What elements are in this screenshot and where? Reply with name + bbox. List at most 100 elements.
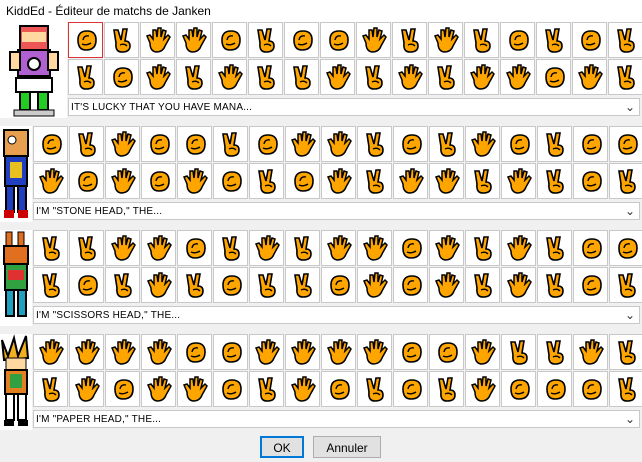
move-cell[interactable] <box>537 267 572 303</box>
move-cell[interactable] <box>465 230 500 266</box>
move-cell[interactable] <box>500 59 535 95</box>
move-cell[interactable] <box>537 126 572 162</box>
move-cell[interactable] <box>393 267 428 303</box>
move-cell[interactable] <box>141 334 176 370</box>
move-cell[interactable] <box>249 163 284 199</box>
move-cell[interactable] <box>69 230 104 266</box>
cancel-button[interactable]: Annuler <box>313 436 381 458</box>
move-cell[interactable] <box>249 334 284 370</box>
move-cell[interactable] <box>393 334 428 370</box>
move-cell[interactable] <box>176 22 211 58</box>
move-cell[interactable] <box>357 230 392 266</box>
move-cell[interactable] <box>428 22 463 58</box>
move-cell[interactable] <box>428 59 463 95</box>
move-cell[interactable] <box>177 371 212 407</box>
move-cell[interactable] <box>320 59 355 95</box>
move-cell[interactable] <box>104 22 139 58</box>
move-cell[interactable] <box>69 334 104 370</box>
move-cell[interactable] <box>212 22 247 58</box>
move-cell[interactable] <box>33 126 68 162</box>
move-cell[interactable] <box>141 371 176 407</box>
move-cell[interactable] <box>429 371 464 407</box>
move-cell[interactable] <box>501 371 536 407</box>
move-cell[interactable] <box>393 163 428 199</box>
move-cell[interactable] <box>537 334 572 370</box>
move-cell[interactable] <box>285 371 320 407</box>
move-cell[interactable] <box>105 371 140 407</box>
move-cell[interactable] <box>285 126 320 162</box>
move-cell[interactable] <box>213 334 248 370</box>
move-cell[interactable] <box>141 163 176 199</box>
move-cell[interactable] <box>501 126 536 162</box>
move-cell[interactable] <box>105 126 140 162</box>
move-cell[interactable] <box>392 59 427 95</box>
move-cell[interactable] <box>465 334 500 370</box>
move-cell[interactable] <box>33 267 68 303</box>
ok-button[interactable]: OK <box>260 436 304 458</box>
move-cell[interactable] <box>537 230 572 266</box>
move-cell[interactable] <box>356 59 391 95</box>
move-cell[interactable] <box>69 126 104 162</box>
move-cell[interactable] <box>573 163 608 199</box>
move-cell[interactable] <box>537 163 572 199</box>
move-cell[interactable] <box>285 163 320 199</box>
move-cell[interactable] <box>536 22 571 58</box>
move-cell[interactable] <box>465 267 500 303</box>
move-cell[interactable] <box>429 126 464 162</box>
move-cell[interactable] <box>285 334 320 370</box>
move-cell[interactable] <box>537 371 572 407</box>
dialogue-select[interactable]: I'M "STONE HEAD," THE... ⌄ <box>33 202 640 220</box>
move-cell[interactable] <box>177 334 212 370</box>
move-cell[interactable] <box>465 371 500 407</box>
move-cell[interactable] <box>141 267 176 303</box>
move-cell[interactable] <box>500 22 535 58</box>
move-cell[interactable] <box>573 267 608 303</box>
move-cell[interactable] <box>501 334 536 370</box>
move-cell[interactable] <box>141 230 176 266</box>
move-cell[interactable] <box>33 163 68 199</box>
move-cell[interactable] <box>321 126 356 162</box>
move-cell[interactable] <box>321 371 356 407</box>
move-cell[interactable] <box>176 59 211 95</box>
move-cell[interactable] <box>357 371 392 407</box>
move-cell[interactable] <box>465 163 500 199</box>
move-cell[interactable] <box>69 163 104 199</box>
move-cell[interactable] <box>609 230 642 266</box>
move-cell[interactable] <box>357 334 392 370</box>
move-cell[interactable] <box>285 230 320 266</box>
move-cell[interactable] <box>572 59 607 95</box>
move-cell[interactable] <box>68 59 103 95</box>
move-cell[interactable] <box>213 230 248 266</box>
move-cell[interactable] <box>573 230 608 266</box>
move-cell[interactable] <box>177 267 212 303</box>
move-cell[interactable] <box>105 163 140 199</box>
move-cell[interactable] <box>104 59 139 95</box>
move-cell[interactable] <box>140 59 175 95</box>
move-cell[interactable] <box>213 163 248 199</box>
move-cell[interactable] <box>141 126 176 162</box>
move-cell[interactable] <box>609 126 642 162</box>
dialogue-select[interactable]: IT'S LUCKY THAT YOU HAVE MANA... ⌄ <box>68 98 640 116</box>
move-cell[interactable] <box>33 230 68 266</box>
move-cell[interactable] <box>393 126 428 162</box>
move-cell[interactable] <box>248 22 283 58</box>
move-cell[interactable] <box>140 22 175 58</box>
move-cell[interactable] <box>573 126 608 162</box>
move-cell[interactable] <box>465 126 500 162</box>
move-cell[interactable] <box>536 59 571 95</box>
move-cell[interactable] <box>608 22 642 58</box>
move-cell[interactable] <box>177 126 212 162</box>
move-cell[interactable] <box>608 59 642 95</box>
dialogue-select[interactable]: I'M "SCISSORS HEAD," THE... ⌄ <box>33 306 640 324</box>
move-cell[interactable] <box>69 267 104 303</box>
move-cell[interactable] <box>177 230 212 266</box>
move-cell[interactable] <box>573 371 608 407</box>
move-cell[interactable] <box>249 371 284 407</box>
move-cell[interactable] <box>33 371 68 407</box>
move-cell[interactable] <box>33 334 68 370</box>
dialogue-select[interactable]: I'M "PAPER HEAD," THE... ⌄ <box>33 410 640 428</box>
move-cell[interactable] <box>321 163 356 199</box>
move-cell[interactable] <box>320 22 355 58</box>
move-cell[interactable] <box>357 126 392 162</box>
move-cell[interactable] <box>285 267 320 303</box>
